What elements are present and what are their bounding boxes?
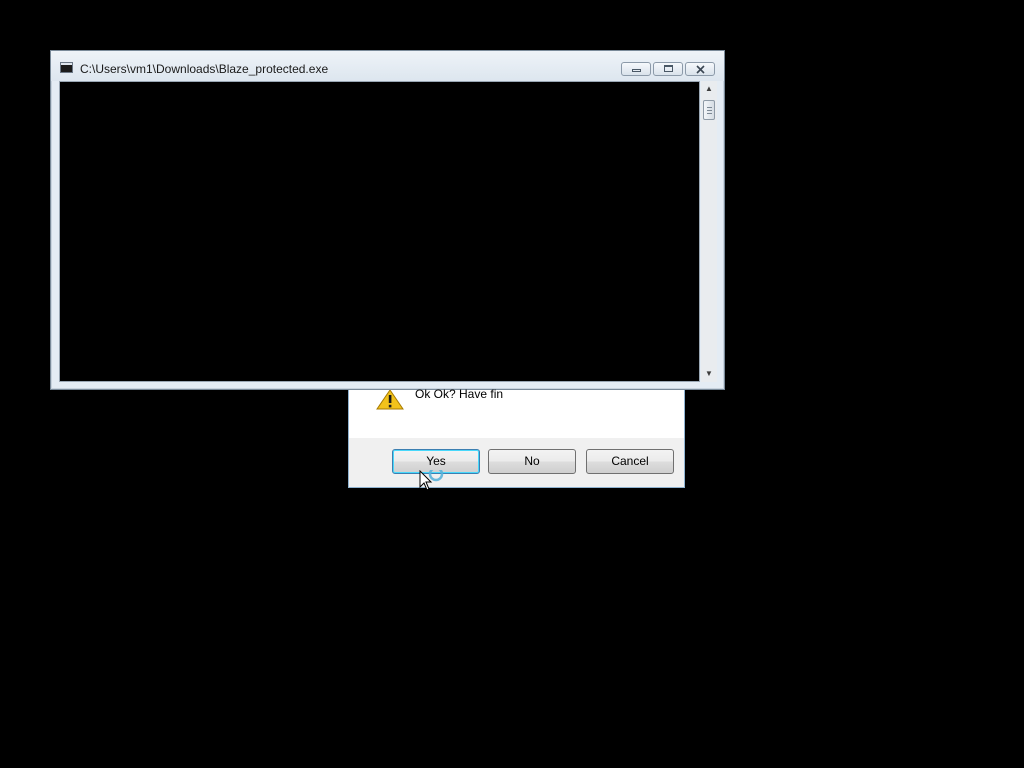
scroll-thumb[interactable]	[703, 100, 715, 120]
vertical-scrollbar[interactable]: ▲ ▼	[701, 81, 717, 382]
console-output[interactable]	[59, 81, 700, 382]
console-app-icon[interactable]	[60, 62, 73, 73]
message-box-dialog[interactable]: Ok Ok? Have fin Yes No Cancel	[348, 387, 685, 488]
scroll-down-arrow-icon[interactable]: ▼	[701, 366, 717, 382]
message-body: Ok Ok? Have fin	[349, 387, 684, 438]
no-button[interactable]: No	[488, 449, 576, 474]
message-text: Ok Ok? Have fin	[415, 387, 504, 401]
mouse-cursor-icon	[419, 470, 444, 491]
cancel-button[interactable]: Cancel	[586, 449, 674, 474]
close-button[interactable]	[685, 62, 715, 76]
scroll-up-arrow-icon[interactable]: ▲	[701, 81, 717, 97]
minimize-icon	[631, 69, 641, 72]
close-icon	[695, 65, 705, 74]
window-title: C:\Users\vm1\Downloads\Blaze_protected.e…	[80, 62, 329, 76]
warning-icon	[376, 390, 404, 410]
maximize-icon	[663, 65, 673, 72]
minimize-button[interactable]	[621, 62, 651, 76]
maximize-button[interactable]	[653, 62, 683, 76]
title-bar[interactable]: C:\Users\vm1\Downloads\Blaze_protected.e…	[51, 51, 724, 81]
console-window[interactable]: C:\Users\vm1\Downloads\Blaze_protected.e…	[50, 50, 725, 390]
